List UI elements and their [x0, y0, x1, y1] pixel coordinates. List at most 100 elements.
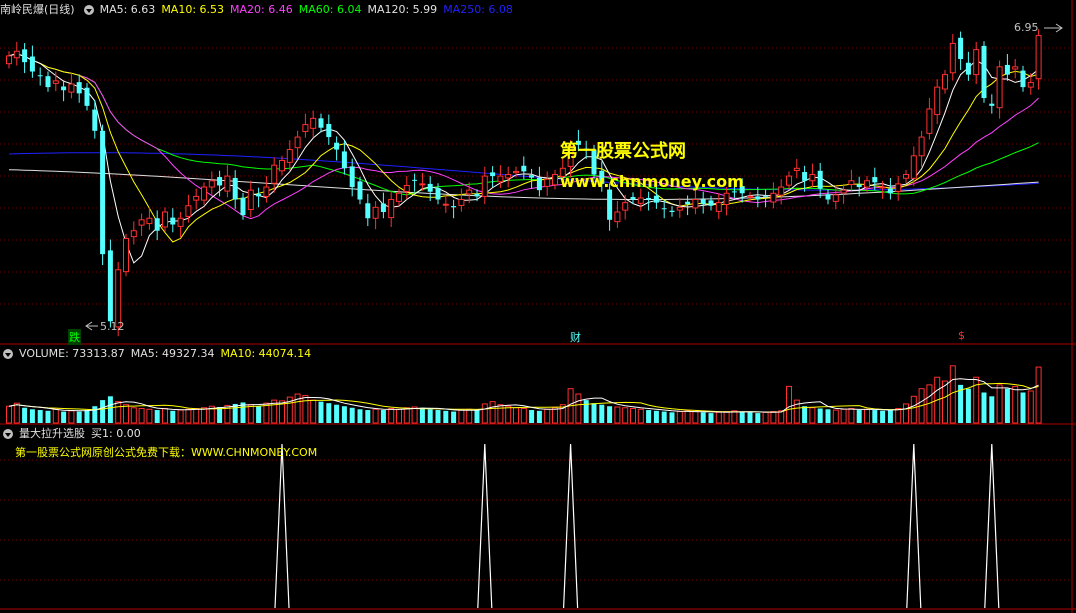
- candle-down: [232, 177, 238, 200]
- candle-up: [840, 189, 847, 194]
- volume-bar-down: [700, 412, 706, 423]
- volume-bar-up: [201, 407, 207, 424]
- candle-up: [466, 189, 473, 195]
- volume-bar-down: [646, 410, 652, 423]
- candle-up: [52, 80, 59, 84]
- volume-bar-up: [552, 407, 558, 424]
- candle-up: [622, 202, 629, 211]
- candle-down: [318, 118, 324, 128]
- volume-bar-down: [583, 400, 589, 423]
- volume-bar-up: [949, 365, 956, 424]
- volume-bar-up: [6, 405, 12, 424]
- candle-up: [996, 66, 1003, 109]
- candle-down: [217, 177, 223, 186]
- volume-bar-up: [513, 407, 519, 424]
- chart-canvas: [0, 0, 1076, 613]
- buy-readout: 买1: 0.00: [91, 427, 141, 440]
- candle-up: [934, 86, 941, 116]
- volume-bar-up: [903, 403, 909, 424]
- candle-down: [989, 103, 995, 106]
- volume-bar-down: [76, 411, 82, 423]
- volume-bar-down: [22, 407, 28, 423]
- candle-down: [107, 250, 113, 322]
- price-panel-header: 南岭民爆(日线) MA5: 6.63 MA10: 6.53 MA20: 6.46…: [0, 1, 513, 19]
- candle-up: [910, 155, 917, 179]
- candle-up: [177, 217, 184, 227]
- volume-readout: VOLUME: 73313.87: [19, 347, 125, 360]
- candle-down: [646, 197, 652, 200]
- volume-bar-down: [965, 388, 971, 423]
- candle-up: [614, 211, 621, 223]
- volume-bar-down: [661, 411, 667, 423]
- marker-die[interactable]: 跌: [68, 329, 81, 345]
- volume-bar-up: [723, 411, 730, 424]
- volume-bar-down: [256, 406, 262, 423]
- candle-down: [256, 193, 262, 197]
- low-annotation: [85, 321, 98, 331]
- candle-down: [22, 49, 28, 63]
- volume-bar-down: [365, 410, 371, 423]
- dropdown-toggle-icon[interactable]: [3, 429, 13, 439]
- volume-bar-down: [989, 396, 995, 423]
- candle-up: [895, 183, 902, 192]
- volume-bar-up: [185, 408, 192, 424]
- signal-spike: [906, 443, 922, 609]
- candle-up: [832, 194, 839, 202]
- candle-down: [349, 166, 355, 188]
- candle-up: [458, 199, 465, 206]
- volume-bar-up: [520, 408, 527, 424]
- volume-bar-down: [669, 412, 675, 423]
- candle-down: [958, 37, 964, 60]
- indicator-title[interactable]: 量大拉升选股: [19, 425, 85, 443]
- candle-up: [162, 211, 168, 228]
- volume-bar-up: [770, 411, 777, 424]
- candle-down: [887, 188, 893, 194]
- candle-up: [864, 180, 870, 188]
- ma20-readout: MA20: 6.46: [230, 3, 293, 16]
- volume-bar-down: [747, 412, 753, 423]
- candle-down: [802, 172, 808, 181]
- candle-up: [138, 219, 145, 226]
- candle-up: [247, 189, 254, 211]
- candle-up: [1035, 35, 1042, 80]
- volume-bar-up: [310, 399, 317, 424]
- dropdown-toggle-icon[interactable]: [83, 5, 94, 15]
- candle-up: [747, 195, 753, 198]
- volume-bar-up: [895, 408, 902, 424]
- candle-up: [310, 117, 317, 129]
- volume-bar-up: [388, 408, 395, 424]
- volume-bar-down: [607, 406, 613, 423]
- candle-down: [708, 200, 714, 206]
- candle-up: [146, 217, 153, 225]
- volume-bar-up: [162, 408, 168, 424]
- candle-up: [419, 183, 426, 186]
- candle-down: [825, 194, 831, 200]
- candle-down: [84, 87, 90, 106]
- candle-up: [918, 136, 925, 157]
- candle-up: [6, 55, 12, 65]
- marker-dollar[interactable]: $: [958, 329, 965, 342]
- volume-bar-up: [942, 380, 948, 424]
- candle-down: [685, 201, 691, 205]
- candle-down: [365, 203, 371, 219]
- signal-spikes: [274, 443, 1000, 609]
- price-panel-title[interactable]: 南岭民爆(日线): [0, 1, 75, 19]
- dropdown-toggle-icon[interactable]: [3, 349, 13, 359]
- volume-bar-down: [334, 404, 340, 423]
- candle-down: [630, 197, 636, 200]
- candle-up: [208, 180, 215, 188]
- volume-bar-up: [489, 401, 496, 424]
- candle-up: [786, 175, 792, 186]
- candle-down: [763, 195, 769, 197]
- candle-down: [154, 218, 160, 231]
- volume-bar-down: [37, 410, 43, 423]
- volume-bar-down: [536, 410, 542, 423]
- watermark-url: www.chnmoney.com: [560, 172, 744, 191]
- volume-bar-up: [809, 407, 816, 424]
- marker-cai[interactable]: 财: [570, 329, 581, 345]
- volume-bar-up: [372, 408, 379, 424]
- volume-bar-up: [575, 393, 582, 424]
- candle-up: [942, 74, 948, 90]
- volume-bar-up: [177, 409, 184, 424]
- volume-bar-up: [138, 408, 145, 424]
